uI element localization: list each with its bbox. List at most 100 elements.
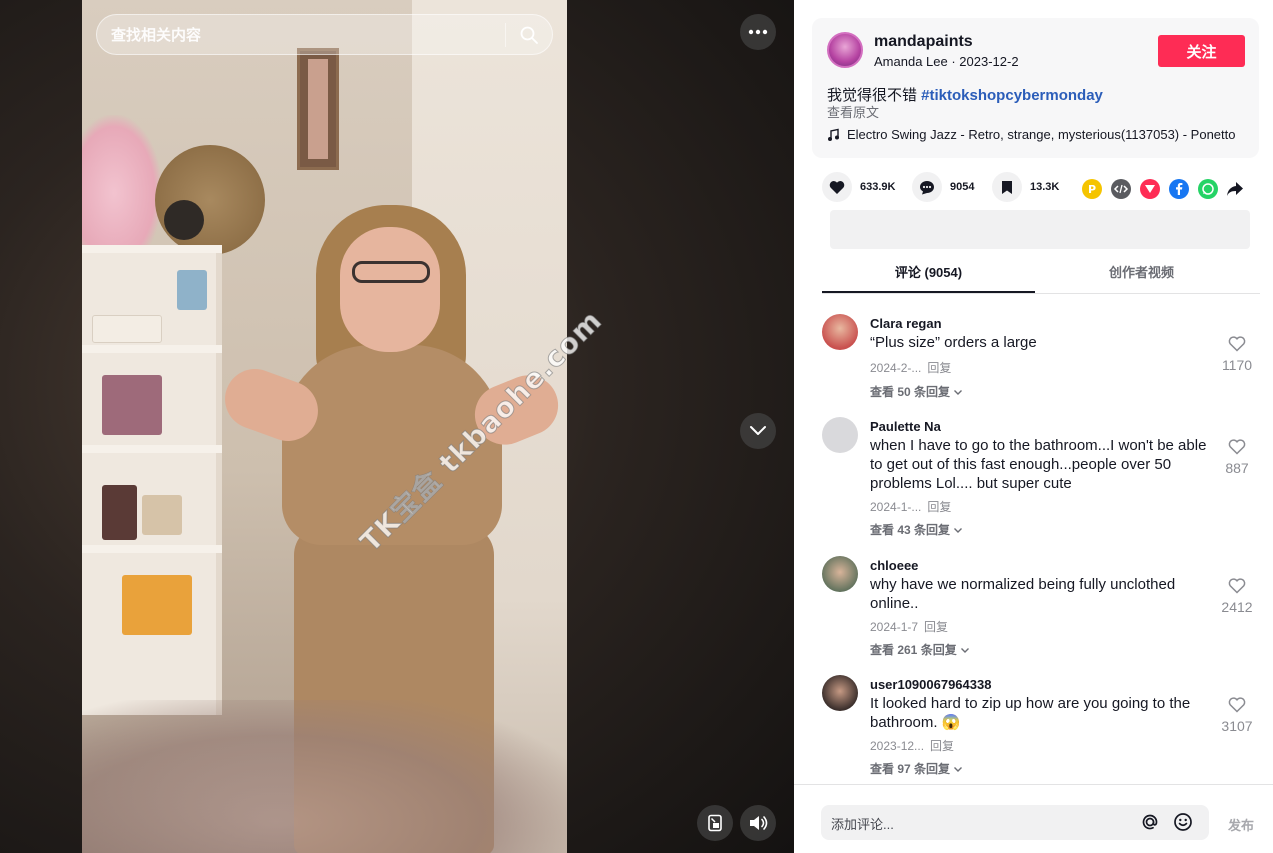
comment-like-count: 1170 — [1221, 357, 1253, 373]
facebook-icon — [1169, 179, 1189, 199]
search-icon — [520, 26, 538, 44]
action-bar: 633.9K 9054 13.3K P — [822, 172, 1252, 204]
follow-button[interactable]: 关注 — [1158, 35, 1245, 67]
commenter-avatar[interactable] — [822, 417, 858, 453]
search-button[interactable] — [506, 14, 552, 55]
chevron-down-icon — [961, 648, 970, 653]
view-replies-button[interactable]: 查看 97 条回复 — [870, 760, 963, 777]
emoji-button[interactable] — [1172, 811, 1194, 838]
view-replies-label[interactable]: 查看 97 条回复 — [870, 762, 950, 776]
share-via-link[interactable]: P — [1082, 179, 1102, 199]
share-facebook[interactable] — [1169, 179, 1189, 199]
svg-text:P: P — [1088, 183, 1096, 196]
view-replies-button[interactable]: 查看 261 条回复 — [870, 641, 970, 658]
creator-username[interactable]: mandapaints — [874, 33, 973, 51]
search-input[interactable]: 查找相关内容 — [97, 24, 505, 45]
save-button[interactable] — [992, 172, 1022, 202]
share-embed[interactable] — [1111, 179, 1131, 199]
video-pane[interactable]: TK宝盒 tkbaohe.com 查找相关内容 — [0, 0, 794, 853]
see-original-link[interactable]: 查看原文 — [827, 102, 879, 121]
comment-text: when I have to go to the bathroom...I wo… — [870, 437, 1207, 492]
chevron-down-icon — [750, 426, 766, 435]
commenter-avatar[interactable] — [822, 314, 858, 350]
more-options-button[interactable] — [740, 14, 776, 50]
view-replies-label[interactable]: 查看 50 条回复 — [870, 385, 950, 399]
heart-icon — [829, 180, 845, 194]
comment-meta: 2024-1-7 回复 — [870, 618, 948, 635]
comment-date: 2024-2-... — [870, 361, 922, 375]
at-sign-icon — [1142, 814, 1158, 830]
comment-like-button[interactable]: 2412 — [1212, 578, 1262, 615]
comment-like-count: 2412 — [1221, 599, 1253, 615]
framed-picture — [297, 48, 339, 170]
like-count: 633.9K — [860, 181, 896, 193]
comment-input-placeholder[interactable]: 添加评论... — [831, 814, 894, 833]
commenter-avatar[interactable] — [822, 556, 858, 592]
heart-outline-icon — [1228, 697, 1246, 713]
comment-like-count: 3107 — [1221, 718, 1253, 734]
music-note-icon — [828, 128, 839, 141]
creator-nickname[interactable]: Amanda Lee — [874, 54, 948, 69]
tab-creator-videos[interactable]: 创作者视频 — [1035, 258, 1248, 293]
next-video-button[interactable] — [740, 413, 776, 449]
commenter-username[interactable]: Clara regan — [870, 316, 942, 331]
miniplayer-button[interactable] — [697, 805, 733, 841]
volume-icon — [750, 816, 768, 830]
comment-action[interactable]: 9054 — [912, 172, 974, 202]
share-to-friends[interactable] — [1140, 179, 1160, 199]
send-icon — [1140, 179, 1160, 199]
music-title[interactable]: Electro Swing Jazz - Retro, strange, mys… — [847, 127, 1236, 142]
creator-avatar[interactable] — [827, 32, 863, 68]
heart-outline-icon — [1228, 578, 1246, 594]
comment-meta: 2023-12... 回复 — [870, 737, 954, 754]
heart-outline-icon — [1228, 336, 1246, 352]
commenter-avatar[interactable] — [822, 675, 858, 711]
share-more[interactable] — [1225, 179, 1245, 199]
view-replies-label[interactable]: 查看 43 条回复 — [870, 523, 950, 537]
panel-tabs: 评论 (9054) 创作者视频 — [822, 258, 1260, 294]
comment-like-count: 887 — [1225, 460, 1249, 476]
comment-like-button[interactable]: 887 — [1212, 439, 1262, 476]
rug — [82, 700, 567, 853]
tab-comments[interactable]: 评论 (9054) — [822, 258, 1035, 293]
comment-list: Clara regan “Plus size” orders a large 2… — [794, 300, 1273, 785]
post-comment-button[interactable]: 发布 — [1228, 815, 1254, 834]
comment-like-button[interactable]: 3107 — [1212, 697, 1262, 734]
share-whatsapp[interactable] — [1198, 179, 1218, 199]
commenter-username[interactable]: user1090067964338 — [870, 677, 991, 692]
comment-date: 2024-1-... — [870, 500, 922, 514]
embed-code-icon — [1111, 179, 1131, 199]
save-count: 13.3K — [1030, 181, 1060, 193]
like-action[interactable]: 633.9K — [822, 172, 895, 202]
music-link[interactable]: Electro Swing Jazz - Retro, strange, mys… — [827, 127, 1236, 142]
volume-button[interactable] — [740, 805, 776, 841]
view-replies-button[interactable]: 查看 50 条回复 — [870, 383, 963, 400]
share-arrow-icon — [1227, 182, 1243, 196]
commenter-username[interactable]: chloeee — [870, 558, 918, 573]
separator-dot: · — [947, 54, 960, 69]
video-search-bar[interactable]: 查找相关内容 — [96, 14, 553, 55]
reply-button[interactable]: 回复 — [924, 620, 948, 634]
like-button[interactable] — [822, 172, 852, 202]
reply-button[interactable]: 回复 — [927, 500, 951, 514]
whatsapp-icon — [1198, 179, 1218, 199]
comment-like-button[interactable]: 1170 — [1212, 336, 1262, 373]
comment-text: why have we normalized being fully unclo… — [870, 576, 1176, 612]
hashtag-link[interactable]: #tiktokshopcybermonday — [921, 87, 1103, 104]
pink-christmas-tree — [82, 115, 162, 245]
comment-button[interactable] — [912, 172, 942, 202]
miniplayer-icon — [708, 814, 722, 832]
view-replies-label[interactable]: 查看 261 条回复 — [870, 643, 957, 657]
chevron-down-icon — [954, 528, 963, 533]
commenter-username[interactable]: Paulette Na — [870, 419, 941, 434]
copy-link-bar[interactable] — [830, 210, 1250, 249]
comment-count: 9054 — [950, 181, 975, 193]
mention-button[interactable] — [1139, 811, 1161, 838]
heart-outline-icon — [1228, 439, 1246, 455]
reply-button[interactable]: 回复 — [930, 739, 954, 753]
view-replies-button[interactable]: 查看 43 条回复 — [870, 521, 963, 538]
comment-meta: 2024-2-... 回复 — [870, 359, 951, 376]
save-action[interactable]: 13.3K — [992, 172, 1059, 202]
comment-input[interactable]: 添加评论... — [821, 805, 1209, 840]
reply-button[interactable]: 回复 — [927, 361, 951, 375]
